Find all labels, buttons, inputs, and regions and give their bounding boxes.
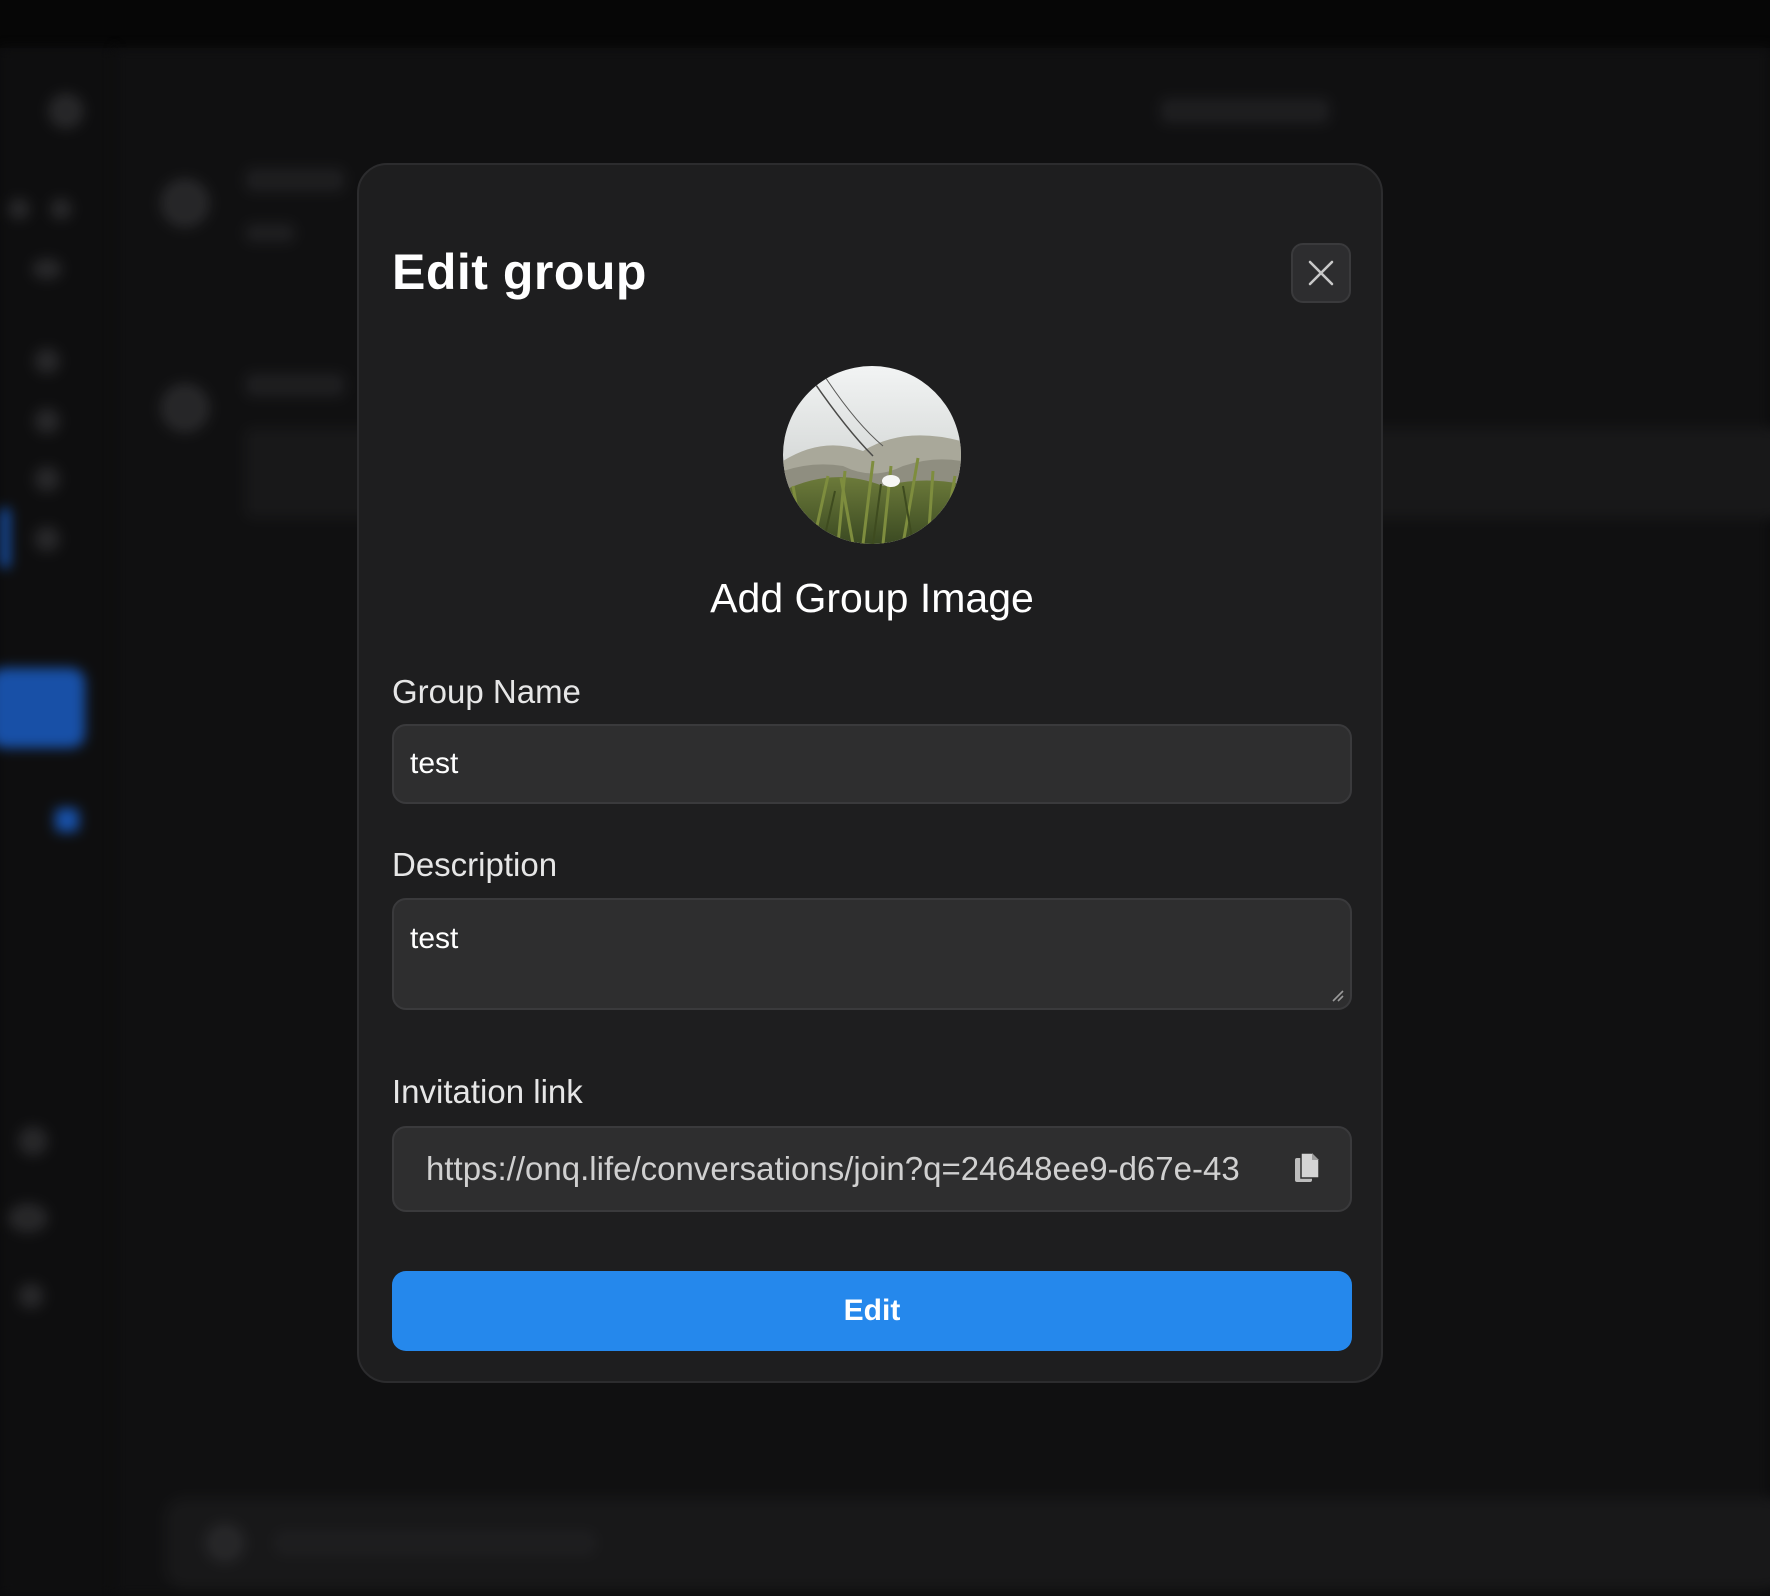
background-sidebar bbox=[0, 48, 115, 1596]
close-icon bbox=[1308, 260, 1334, 286]
group-avatar-image[interactable] bbox=[783, 366, 961, 544]
copy-icon[interactable] bbox=[1294, 1152, 1320, 1186]
add-group-image-button[interactable]: Add Group Image bbox=[359, 575, 1385, 622]
resize-grip-icon[interactable] bbox=[1330, 988, 1344, 1002]
description-value: test bbox=[410, 922, 459, 955]
close-button[interactable] bbox=[1291, 243, 1351, 303]
group-photo bbox=[783, 366, 961, 544]
description-textarea[interactable]: test bbox=[392, 898, 1352, 1010]
description-label: Description bbox=[392, 846, 558, 883]
invitation-link-label: Invitation link bbox=[392, 1073, 583, 1110]
edit-submit-button[interactable]: Edit bbox=[392, 1271, 1352, 1351]
group-name-input[interactable]: test bbox=[392, 724, 1352, 804]
group-name-label: Group Name bbox=[392, 673, 581, 710]
invitation-link-value: https://onq.life/conversations/join?q=24… bbox=[426, 1150, 1240, 1187]
modal-title: Edit group bbox=[392, 244, 647, 300]
edit-group-modal: Edit group Add Group Image Group Name te… bbox=[357, 163, 1383, 1383]
invitation-link-field[interactable]: https://onq.life/conversations/join?q=24… bbox=[392, 1126, 1352, 1212]
background-topbar bbox=[0, 0, 1770, 48]
